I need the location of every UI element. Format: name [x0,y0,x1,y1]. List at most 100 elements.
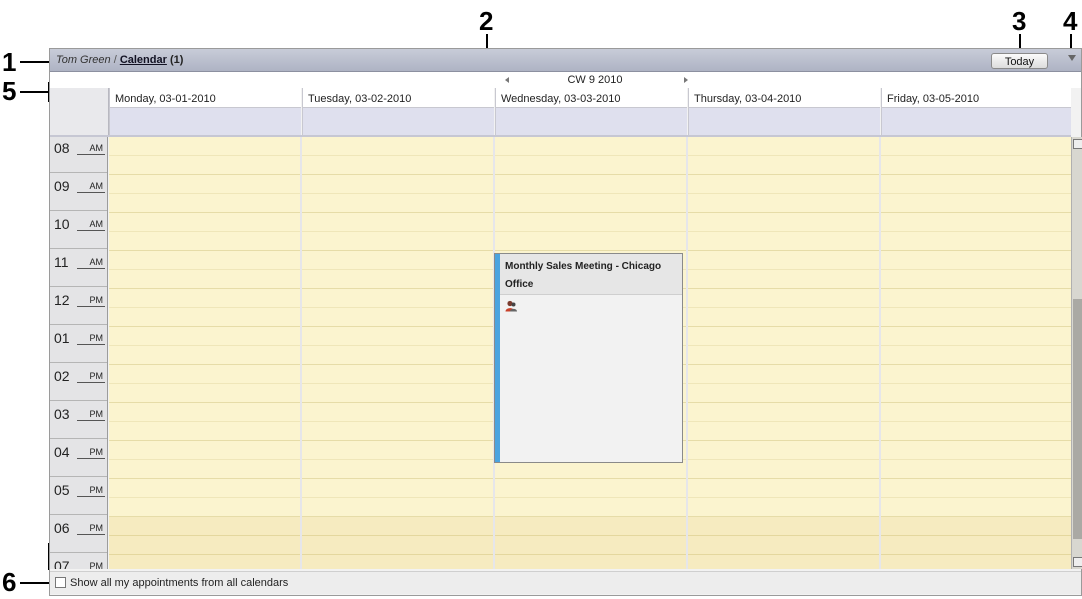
time-slot[interactable] [109,194,301,213]
time-slot[interactable] [109,365,301,384]
time-slot[interactable] [881,441,1071,460]
time-slot[interactable] [688,308,880,327]
time-slot[interactable] [109,213,301,232]
view-menu-icon[interactable] [1068,55,1076,61]
time-slot[interactable] [109,460,301,479]
time-slot[interactable] [109,270,301,289]
time-slot[interactable] [302,441,494,460]
time-slot[interactable] [302,156,494,175]
time-slot[interactable] [109,422,301,441]
time-slot[interactable] [688,175,880,194]
time-slot[interactable] [302,479,494,498]
time-slot[interactable] [495,555,687,569]
breadcrumb-calendar[interactable]: Calendar [120,54,167,66]
scroll-down-icon[interactable] [1073,557,1082,567]
day-column[interactable] [302,137,494,569]
time-slot[interactable] [688,194,880,213]
time-slot[interactable] [881,422,1071,441]
time-slot[interactable] [109,308,301,327]
time-slot[interactable] [495,232,687,251]
day-header[interactable]: Tuesday, 03-02-2010 [302,88,494,108]
time-slot[interactable] [302,194,494,213]
previous-week-icon[interactable] [505,77,509,83]
day-column[interactable] [688,137,880,569]
today-button[interactable]: Today [991,53,1048,69]
time-slot[interactable] [688,289,880,308]
time-slot[interactable] [302,517,494,536]
time-slot[interactable] [881,498,1071,517]
time-slot[interactable] [881,517,1071,536]
time-slot[interactable] [881,251,1071,270]
time-slot[interactable] [688,441,880,460]
time-slot[interactable] [109,384,301,403]
time-slot[interactable] [302,308,494,327]
time-slot[interactable] [109,403,301,422]
time-slot[interactable] [495,479,687,498]
time-slot[interactable] [688,270,880,289]
time-slot[interactable] [109,555,301,569]
vertical-scrollbar[interactable] [1071,137,1082,569]
time-slot[interactable] [302,365,494,384]
time-slot[interactable] [881,232,1071,251]
time-slot[interactable] [688,536,880,555]
time-slot[interactable] [109,289,301,308]
time-slot[interactable] [688,232,880,251]
all-day-cell[interactable] [495,108,687,135]
time-slot[interactable] [881,365,1071,384]
day-header[interactable]: Friday, 03-05-2010 [881,88,1071,108]
time-slot[interactable] [302,346,494,365]
time-slot[interactable] [109,175,301,194]
day-header[interactable]: Wednesday, 03-03-2010 [495,88,687,108]
time-slot[interactable] [302,460,494,479]
next-week-icon[interactable] [684,77,688,83]
time-slot[interactable] [302,498,494,517]
time-slot[interactable] [688,460,880,479]
time-slot[interactable] [109,156,301,175]
time-slot[interactable] [881,137,1071,156]
time-slot[interactable] [302,384,494,403]
time-slot[interactable] [302,422,494,441]
time-slot[interactable] [881,289,1071,308]
time-slot[interactable] [881,384,1071,403]
time-slot[interactable] [495,137,687,156]
time-slot[interactable] [109,137,301,156]
time-slot[interactable] [302,536,494,555]
time-slot[interactable] [688,422,880,441]
time-slot[interactable] [881,327,1071,346]
all-day-cell[interactable] [688,108,880,135]
time-slot[interactable] [109,536,301,555]
time-slot[interactable] [302,289,494,308]
time-slot[interactable] [302,555,494,569]
show-all-label[interactable]: Show all my appointments from all calend… [70,572,288,594]
time-slot[interactable] [688,137,880,156]
day-column[interactable] [109,137,301,569]
time-slot[interactable] [495,156,687,175]
time-slot[interactable] [109,441,301,460]
time-slot[interactable] [495,536,687,555]
time-slot[interactable] [109,479,301,498]
day-header[interactable]: Monday, 03-01-2010 [109,88,301,108]
time-slot[interactable] [495,517,687,536]
time-slot[interactable] [881,213,1071,232]
time-slot[interactable] [495,498,687,517]
time-slot[interactable] [688,251,880,270]
time-slot[interactable] [109,346,301,365]
time-slot[interactable] [688,156,880,175]
time-slot[interactable] [109,327,301,346]
time-slot[interactable] [881,460,1071,479]
time-slot[interactable] [109,251,301,270]
time-slot[interactable] [881,308,1071,327]
time-slot[interactable] [688,403,880,422]
all-day-cell[interactable] [302,108,494,135]
time-slot[interactable] [302,213,494,232]
time-slot[interactable] [495,194,687,213]
day-header[interactable]: Thursday, 03-04-2010 [688,88,880,108]
time-slot[interactable] [881,156,1071,175]
time-slot[interactable] [688,365,880,384]
show-all-checkbox[interactable] [55,577,66,588]
time-slot[interactable] [302,175,494,194]
time-slot[interactable] [495,213,687,232]
breadcrumb-user[interactable]: Tom Green [56,54,111,66]
time-slot[interactable] [688,384,880,403]
time-slot[interactable] [881,270,1071,289]
